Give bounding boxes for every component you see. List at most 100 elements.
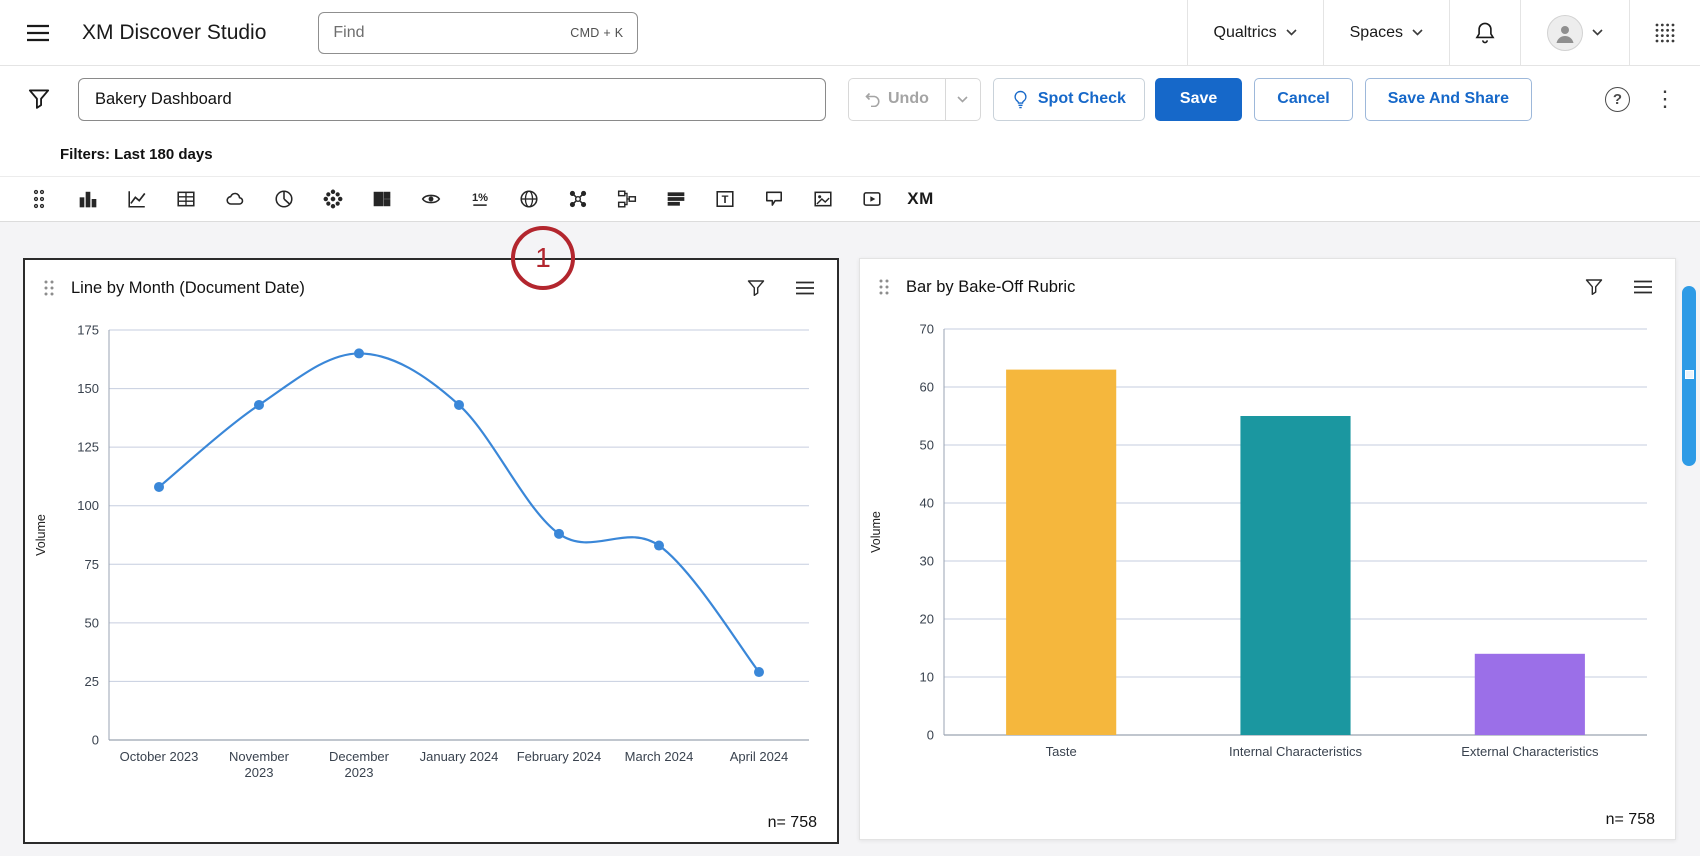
global-search[interactable]: CMD + K	[318, 12, 638, 54]
line-chart-widget[interactable]: Line by Month (Document Date) 0255075100…	[23, 258, 839, 844]
treemap-icon[interactable]	[357, 177, 406, 221]
app-title: XM Discover Studio	[82, 21, 266, 45]
notifications-button[interactable]	[1449, 0, 1520, 65]
widget-header: Line by Month (Document Date)	[25, 260, 837, 316]
filters-label[interactable]: Filters: Last 180 days	[60, 146, 213, 163]
svg-text:2023: 2023	[245, 765, 274, 780]
spot-check-label: Spot Check	[1038, 90, 1126, 108]
svg-text:Volume: Volume	[869, 511, 883, 553]
spaces-menu-label: Spaces	[1350, 24, 1403, 42]
more-options-icon[interactable]: ⋮	[1654, 88, 1676, 110]
svg-text:November: November	[229, 749, 290, 764]
text-box-icon[interactable]: T	[700, 177, 749, 221]
svg-text:75: 75	[85, 557, 99, 572]
metric-icon[interactable]: 1%	[455, 177, 504, 221]
bar-chart-widget[interactable]: Bar by Bake-Off Rubric 010203040506070Ta…	[859, 258, 1676, 840]
sample-size-label: n= 758	[1606, 811, 1655, 829]
svg-text:October 2023: October 2023	[120, 749, 199, 764]
spot-check-button[interactable]: Spot Check	[993, 78, 1145, 121]
bar-chart: 010203040506070TasteInternal Characteris…	[860, 315, 1673, 801]
search-shortcut-hint: CMD + K	[570, 26, 623, 40]
undo-history-dropdown[interactable]	[945, 78, 981, 121]
widget-filter-icon[interactable]	[743, 275, 769, 301]
help-button[interactable]: ?	[1605, 87, 1630, 112]
lightbulb-icon	[1012, 90, 1029, 109]
svg-text:February 2024: February 2024	[517, 749, 602, 764]
widget-filter-icon[interactable]	[1581, 274, 1607, 300]
svg-text:Internal Characteristics: Internal Characteristics	[1229, 744, 1362, 759]
svg-text:60: 60	[920, 380, 934, 395]
svg-text:125: 125	[77, 440, 99, 455]
bar-chart-icon[interactable]	[63, 177, 112, 221]
svg-text:175: 175	[77, 323, 99, 338]
chevron-down-icon	[957, 96, 968, 103]
filters-summary: Filters: Last 180 days	[0, 132, 1700, 176]
widget-toolbar: 1% T XM	[0, 176, 1700, 222]
widget-title: Bar by Bake-Off Rubric	[906, 278, 1075, 297]
spaces-menu[interactable]: Spaces	[1323, 0, 1449, 65]
svg-text:20: 20	[920, 612, 934, 627]
svg-text:Volume: Volume	[34, 514, 48, 556]
undo-button-group: Undo	[848, 78, 981, 121]
undo-icon	[865, 91, 881, 107]
svg-text:40: 40	[920, 496, 934, 511]
scatter-icon[interactable]	[308, 177, 357, 221]
svg-text:1%: 1%	[471, 192, 487, 204]
video-icon[interactable]	[847, 177, 896, 221]
svg-text:30: 30	[920, 554, 934, 569]
user-account-menu[interactable]	[1520, 0, 1629, 65]
undo-button[interactable]: Undo	[848, 78, 945, 121]
svg-text:T: T	[721, 194, 728, 206]
svg-text:0: 0	[92, 733, 99, 748]
map-globe-icon[interactable]	[504, 177, 553, 221]
widget-menu-icon[interactable]	[1629, 276, 1657, 298]
annotation-step-marker: 1	[511, 226, 575, 290]
hierarchy-icon[interactable]	[602, 177, 651, 221]
scrollbar-notch	[1685, 370, 1694, 379]
undo-label: Undo	[888, 90, 929, 108]
annotation-number: 1	[535, 242, 551, 274]
text-lines-icon[interactable]	[651, 177, 700, 221]
svg-text:0: 0	[927, 728, 934, 743]
search-input[interactable]	[333, 24, 570, 42]
widget-menu-icon[interactable]	[791, 277, 819, 299]
toolbar-drag-handle-icon[interactable]	[14, 177, 63, 221]
line-chart-icon[interactable]	[112, 177, 161, 221]
dashboard-name-input[interactable]	[78, 78, 826, 121]
svg-text:Taste: Taste	[1046, 744, 1077, 759]
save-button[interactable]: Save	[1155, 78, 1242, 121]
dashboard-canvas: Line by Month (Document Date) 0255075100…	[0, 222, 1700, 856]
dashboard-edit-bar: Undo Spot Check Save Cancel Save And Sha…	[0, 66, 1700, 132]
qualtrics-menu[interactable]: Qualtrics	[1187, 0, 1323, 65]
save-and-share-button[interactable]: Save And Share	[1365, 78, 1532, 121]
widget-title: Line by Month (Document Date)	[71, 279, 305, 298]
pie-chart-icon[interactable]	[259, 177, 308, 221]
svg-text:External Characteristics: External Characteristics	[1461, 744, 1599, 759]
sample-size-label: n= 758	[768, 814, 817, 832]
xm-widget-icon[interactable]: XM	[896, 177, 945, 221]
svg-text:December: December	[329, 749, 390, 764]
svg-text:50: 50	[920, 438, 934, 453]
dashboard-filter-icon[interactable]	[22, 82, 56, 116]
widget-drag-handle-icon[interactable]	[43, 279, 55, 297]
svg-text:150: 150	[77, 381, 99, 396]
app-switcher-button[interactable]	[1629, 0, 1700, 65]
canvas-scrollbar-thumb[interactable]	[1682, 286, 1696, 466]
chevron-down-icon	[1592, 29, 1603, 36]
preview-eye-icon[interactable]	[406, 177, 455, 221]
image-icon[interactable]	[798, 177, 847, 221]
word-cloud-icon[interactable]	[210, 177, 259, 221]
main-menu-icon[interactable]	[20, 18, 56, 48]
svg-text:100: 100	[77, 498, 99, 513]
table-icon[interactable]	[161, 177, 210, 221]
topbar-right-group: Qualtrics Spaces	[1187, 0, 1700, 65]
chevron-down-icon	[1412, 29, 1423, 36]
svg-text:March 2024: March 2024	[625, 749, 694, 764]
widget-drag-handle-icon[interactable]	[878, 278, 890, 296]
bell-icon	[1474, 21, 1496, 45]
cancel-button[interactable]: Cancel	[1254, 78, 1352, 121]
line-chart: 0255075100125150175October 2023November2…	[25, 316, 835, 806]
svg-text:10: 10	[920, 670, 934, 685]
label-callout-icon[interactable]	[749, 177, 798, 221]
network-icon[interactable]	[553, 177, 602, 221]
